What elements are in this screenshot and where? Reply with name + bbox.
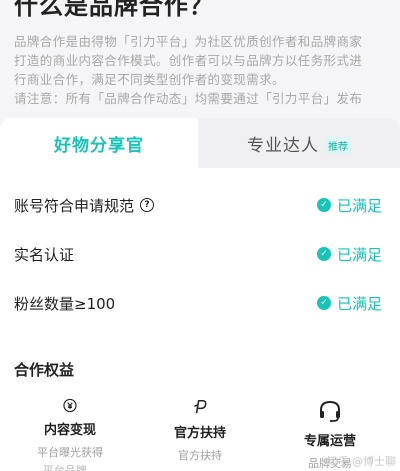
- tab-label: 专业达人: [247, 135, 319, 156]
- benefit-title: 专属运营: [303, 434, 356, 449]
- requirement-row-account: 账号符合申请规范 ? ✓ 已满足: [0, 180, 400, 230]
- membership-card: 好物分享官 专业达人 推荐 账号符合申请规范 ? ✓ 已满足 实名认证 ✓ 已满…: [0, 118, 400, 471]
- benefit-official-support[interactable]: 官方扶持 官方扶持 ...: [140, 388, 260, 471]
- benefit-desc: ...: [195, 465, 206, 471]
- benefit-content-monetization[interactable]: 内容变现 平台曝光获得 平台品牌...: [10, 388, 130, 471]
- recommend-badge: 推荐: [325, 136, 351, 154]
- benefit-title: 官方扶持: [173, 426, 226, 441]
- intro-line: 品牌合作是由得物「引力平台」为社区优质创作者和品牌商家: [14, 34, 363, 49]
- benefit-title: 内容变现: [43, 423, 96, 438]
- check-icon: ✓: [316, 296, 331, 310]
- watermark: 知乎 @博士聊: [326, 455, 397, 468]
- check-icon: ✓: [316, 198, 331, 212]
- status-text: 已满足: [336, 245, 382, 264]
- status-text: 已满足: [336, 196, 382, 215]
- benefit-desc: 官方扶持: [178, 449, 222, 462]
- intro-line: 请注意：所有「品牌合作动态」均需要通过「引力平台」发布: [14, 91, 363, 106]
- tab-label: 好物分享官: [54, 135, 144, 156]
- requirement-row-followers: 粉丝数量≥100 ✓ 已满足: [0, 278, 400, 328]
- requirement-label: 账号符合申请规范: [14, 196, 135, 215]
- tab-good-sharer[interactable]: 好物分享官: [0, 118, 198, 168]
- tab-professional[interactable]: 专业达人 推荐: [198, 118, 400, 168]
- intro-text: 品牌合作是由得物「引力平台」为社区优质创作者和品牌商家 打造的商业内容合作模式。…: [14, 32, 388, 108]
- benefit-desc: 平台曝光获得: [37, 446, 103, 459]
- help-icon[interactable]: ?: [140, 198, 155, 212]
- yen-circle-icon: [63, 398, 77, 413]
- requirement-label: 粉丝数量≥100: [14, 294, 116, 313]
- check-icon: ✓: [316, 247, 331, 261]
- page-title: 什么是品牌合作？: [14, 0, 214, 20]
- requirement-label: 实名认证: [14, 245, 75, 264]
- benefit-desc: 平台品牌...: [42, 464, 98, 471]
- p-sign-icon: [194, 400, 207, 414]
- intro-line: 打造的商业内容合作模式。创作者可以与品牌方以任务形式进: [14, 53, 363, 68]
- headset-icon: [320, 400, 340, 422]
- tab-bar: 好物分享官 专业达人 推荐: [0, 118, 400, 168]
- intro-line: 行商业合作，满足不同类型创作者的变现需求。: [14, 72, 285, 87]
- benefits-title: 合作权益: [14, 361, 75, 379]
- status-text: 已满足: [336, 294, 382, 313]
- requirement-row-realname: 实名认证 ✓ 已满足: [0, 229, 400, 279]
